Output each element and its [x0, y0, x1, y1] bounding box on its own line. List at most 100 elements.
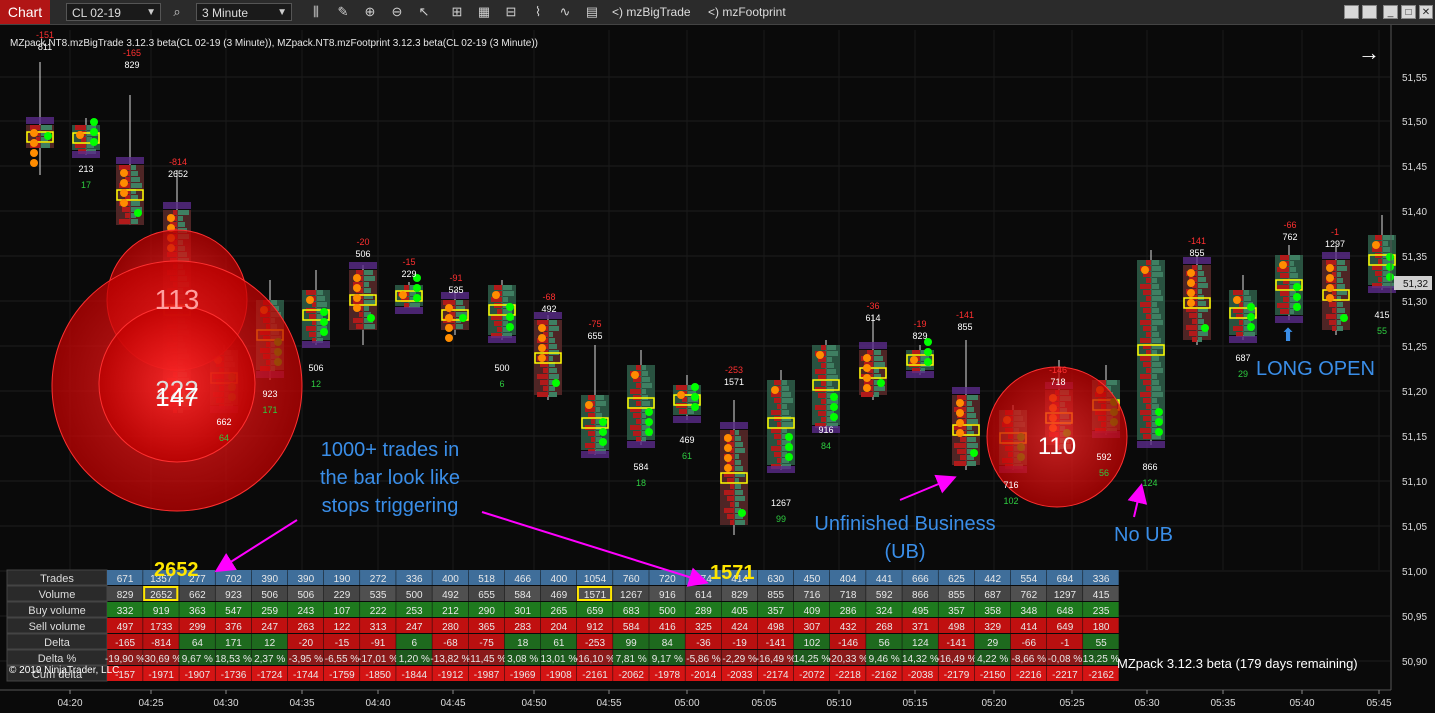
properties-icon[interactable]: ⊟ — [502, 3, 520, 21]
footprint-sell-cell — [1375, 235, 1382, 240]
table-cell-value: -2150 — [980, 670, 1006, 681]
footprint-buy-cell — [735, 454, 739, 459]
search-icon[interactable]: ⌕ — [168, 3, 186, 21]
maximize-button[interactable]: □ — [1401, 5, 1416, 19]
grid-icon[interactable]: ▦ — [475, 3, 493, 21]
footprint-buy-cell — [364, 270, 373, 275]
arrow-right-icon[interactable]: → — [1358, 40, 1380, 66]
table-cell-value: 687 — [984, 590, 1001, 601]
table-cell-value: 400 — [442, 574, 459, 585]
footprint-buy-cell — [735, 490, 743, 495]
mzbigtrade-button[interactable]: <) mzBigTrade — [612, 5, 691, 19]
table-cell-value: 720 — [659, 574, 676, 585]
table-cell-value: 55 — [1096, 638, 1108, 649]
footprint-buy-cell — [642, 371, 648, 376]
strategy-icon[interactable]: ⌇ — [529, 3, 547, 21]
buy-trade-dot — [1155, 428, 1163, 436]
footprint-buy-cell — [364, 306, 369, 311]
footprint-sell-cell — [957, 449, 966, 454]
imbalance-box — [906, 371, 934, 378]
sell-trade-dot — [492, 291, 500, 299]
table-row-label: Trades — [40, 573, 74, 585]
footprint-buy-cell — [456, 300, 463, 305]
mzfootprint-button[interactable]: <) mzFootprint — [708, 5, 786, 19]
templates-icon[interactable]: ▤ — [583, 3, 601, 21]
table-cell-value: -141 — [947, 638, 967, 649]
bar-delta-top: -146 — [1049, 365, 1067, 375]
table-cell-value: 535 — [370, 590, 387, 601]
zoom-in-icon[interactable]: ⊕ — [361, 3, 379, 21]
window-group-button[interactable] — [1344, 5, 1359, 19]
pencil-icon[interactable]: ✎ — [334, 3, 352, 21]
footprint-buy-cell — [1152, 260, 1159, 265]
table-cell-value: 307 — [804, 622, 821, 633]
table-cell-value: 866 — [912, 590, 929, 601]
table-cell-value: 912 — [587, 622, 604, 633]
period-selector[interactable]: 3 Minute ▼ — [196, 3, 292, 21]
imbalance-box — [1229, 336, 1257, 343]
buy-trade-dot — [970, 449, 978, 457]
bars-icon[interactable]: ⫼ — [307, 3, 325, 21]
footprint-chart[interactable]: 113222147110 -15181121317-165829-8142652… — [0, 25, 1435, 713]
close-button[interactable]: ✕ — [1419, 5, 1433, 19]
pointer-icon[interactable]: ↖ — [415, 3, 433, 21]
footprint-sell-cell — [1143, 362, 1151, 367]
table-cell-value: 268 — [876, 622, 893, 633]
bar-delta-bottom: 55 — [1377, 326, 1387, 336]
bar-delta-bottom: 61 — [682, 451, 692, 461]
buy-trade-dot — [134, 209, 142, 217]
buy-trade-dot — [1340, 314, 1348, 322]
footprint-sell-cell — [1146, 296, 1151, 301]
table-cell-value: 2,37 % — [254, 654, 285, 665]
footprint-buy-cell — [1198, 283, 1208, 288]
table-cell-value: -8,66 % — [1012, 654, 1047, 665]
table-cell-value: -5,86 % — [686, 654, 721, 665]
table-cell-value: 506 — [261, 590, 278, 601]
footprint-sell-cell — [1140, 338, 1151, 343]
buy-trade-dot — [691, 393, 699, 401]
zoom-out-icon[interactable]: ⊖ — [388, 3, 406, 21]
chart-area[interactable]: 113 222 147 110 -151 811 213 17 -165 829 -814 2652… — [0, 25, 1435, 713]
footprint-buy-cell — [1383, 247, 1390, 252]
imbalance-box — [26, 117, 54, 124]
table-cell-value: 415 — [1093, 590, 1110, 601]
footprint-buy-cell — [1152, 320, 1163, 325]
bar-delta-bottom: 102 — [1003, 496, 1018, 506]
buy-trade-dot — [1247, 323, 1255, 331]
drawing-tools-icon[interactable]: ⊞ — [448, 3, 466, 21]
footprint-sell-cell — [1233, 326, 1243, 331]
buy-trade-dot — [877, 379, 885, 387]
sell-trade-dot — [585, 401, 593, 409]
footprint-sell-cell — [815, 369, 826, 374]
table-cell-value: 376 — [225, 622, 242, 633]
chart-tab[interactable]: Chart — [0, 0, 50, 24]
table-cell-value: -16,49 % — [756, 654, 796, 665]
footprint-buy-cell — [642, 383, 652, 388]
indicators-icon[interactable]: ∿ — [556, 3, 574, 21]
time-tick-label: 04:50 — [521, 698, 546, 709]
table-cell-value: 171 — [225, 638, 242, 649]
bar-volume-top: 492 — [541, 304, 556, 314]
buy-trade-dot — [599, 418, 607, 426]
chevron-down-icon: ▼ — [146, 7, 156, 18]
footprint-buy-cell — [1290, 255, 1300, 260]
imbalance-box — [673, 416, 701, 423]
footprint-buy-cell — [1152, 284, 1159, 289]
table-cell-value: -1969 — [510, 670, 536, 681]
table-cell-value: 263 — [297, 622, 314, 633]
footprint-buy-cell — [1337, 278, 1343, 283]
footprint-buy-cell — [1152, 308, 1159, 313]
table-cell-value: 13,25 % — [1083, 654, 1120, 665]
footprint-sell-cell — [818, 393, 826, 398]
sell-trade-dot — [1187, 299, 1195, 307]
footprint-buy-cell — [642, 377, 650, 382]
price-tick-label: 51,15 — [1402, 432, 1427, 443]
footprint-sell-cell — [1140, 356, 1151, 361]
footprint-sell-cell — [815, 405, 826, 410]
footprint-buy-cell — [364, 288, 371, 293]
sell-trade-dot — [1279, 261, 1287, 269]
window-tile-button[interactable] — [1362, 5, 1377, 19]
minimize-button[interactable]: _ — [1383, 5, 1398, 19]
footprint-buy-cell — [874, 350, 881, 355]
instrument-selector[interactable]: CL 02-19 ▼ — [66, 3, 161, 21]
